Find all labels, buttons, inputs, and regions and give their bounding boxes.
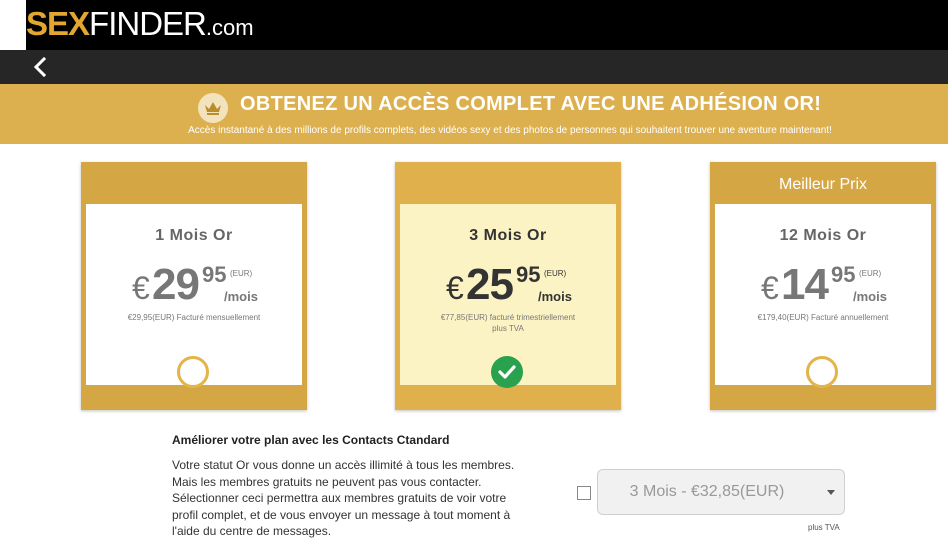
- plan-card-1-month[interactable]: 1 Mois Or € 29 95 (EUR) /mois €29,95(EUR…: [81, 162, 307, 410]
- select-value: 3 Mois - €32,85(EUR): [629, 483, 785, 500]
- upgrade-plan-select[interactable]: 3 Mois - €32,85(EUR): [597, 469, 845, 515]
- upgrade-line: l'aide du centre de messages.: [172, 524, 332, 538]
- logo-margin: [0, 0, 26, 50]
- plan-name: 12 Mois Or: [779, 227, 867, 244]
- upgrade-checkbox[interactable]: [577, 486, 591, 500]
- upgrade-description: Votre statut Or vous donne un accès illi…: [172, 457, 542, 540]
- price-cents: 95: [831, 262, 856, 287]
- plan-price: € 25 95 (EUR) /mois: [400, 260, 616, 310]
- currency-symbol: €: [132, 270, 150, 306]
- chevron-left-icon: [33, 56, 47, 78]
- banner-title: OBTENEZ UN ACCÈS COMPLET AVEC UNE ADHÉSI…: [240, 93, 822, 115]
- check-icon: [498, 365, 516, 379]
- upgrade-line: Sélectionner ceci permettra aux membres …: [172, 491, 507, 505]
- caret-down-icon: [827, 490, 835, 495]
- logo-finder: FINDER: [89, 5, 207, 42]
- price-period: /mois: [853, 289, 887, 304]
- logo-sex: SEX: [26, 5, 90, 42]
- nav-bar: [0, 50, 948, 84]
- plan-radio[interactable]: [806, 356, 838, 388]
- currency-symbol: €: [446, 270, 464, 306]
- currency-symbol: €: [761, 270, 779, 306]
- plan-selected-check[interactable]: [491, 356, 523, 388]
- banner-subtitle: Accès instantané à des millions de profi…: [188, 125, 832, 136]
- upgrade-line: Mais les membres gratuits ne peuvent pas…: [172, 474, 482, 489]
- billing-note: €29,95(EUR) Facturé mensuellement: [127, 313, 261, 322]
- plan-name: 1 Mois Or: [155, 227, 233, 244]
- plan-price: € 14 95 (EUR) /mois: [715, 260, 931, 310]
- price-int: 14: [781, 260, 829, 309]
- crown-icon: [198, 93, 228, 123]
- price-period: /mois: [224, 289, 258, 304]
- best-price-tag: Meilleur Prix: [778, 176, 867, 193]
- billing-note: €179,40(EUR) Facturé annuellement: [757, 313, 889, 322]
- billing-tax-note: plus TVA: [492, 324, 524, 333]
- plan-card-3-months[interactable]: 3 Mois Or € 25 95 (EUR) /mois €77,85(EUR…: [395, 162, 621, 410]
- price-cents: 95: [202, 262, 227, 287]
- plan-card-12-months[interactable]: Meilleur Prix 12 Mois Or € 14 95 (EUR) /…: [710, 162, 936, 410]
- site-logo[interactable]: SEXFINDER.com: [26, 4, 254, 48]
- billing-amount: €77,85(EUR) facturé trimestriellement: [440, 313, 576, 322]
- price-period: /mois: [538, 289, 572, 304]
- plan-price: € 29 95 (EUR) /mois: [86, 260, 302, 310]
- price-int: 29: [152, 260, 200, 309]
- price-currency-code: (EUR): [859, 269, 882, 278]
- price-currency-code: (EUR): [544, 269, 567, 278]
- back-button[interactable]: [28, 54, 54, 80]
- upgrade-line: profil complet, et de vous envoyer un me…: [172, 507, 511, 522]
- upgrade-title: Améliorer votre plan avec les Contacts C…: [172, 433, 450, 447]
- plan-name: 3 Mois Or: [469, 227, 547, 244]
- upgrade-tax-note: plus TVA: [808, 523, 840, 532]
- top-bar: SEXFINDER.com: [0, 0, 948, 50]
- upgrade-line: Votre statut Or vous donne un accès illi…: [172, 458, 515, 472]
- logo-dotcom: .com: [205, 15, 254, 40]
- billing-note: €77,85(EUR) facturé trimestriellement pl…: [400, 312, 616, 334]
- price-cents: 95: [516, 262, 541, 287]
- plan-radio[interactable]: [177, 356, 209, 388]
- promo-banner: OBTENEZ UN ACCÈS COMPLET AVEC UNE ADHÉSI…: [0, 84, 948, 144]
- price-currency-code: (EUR): [230, 269, 253, 278]
- price-int: 25: [466, 260, 514, 309]
